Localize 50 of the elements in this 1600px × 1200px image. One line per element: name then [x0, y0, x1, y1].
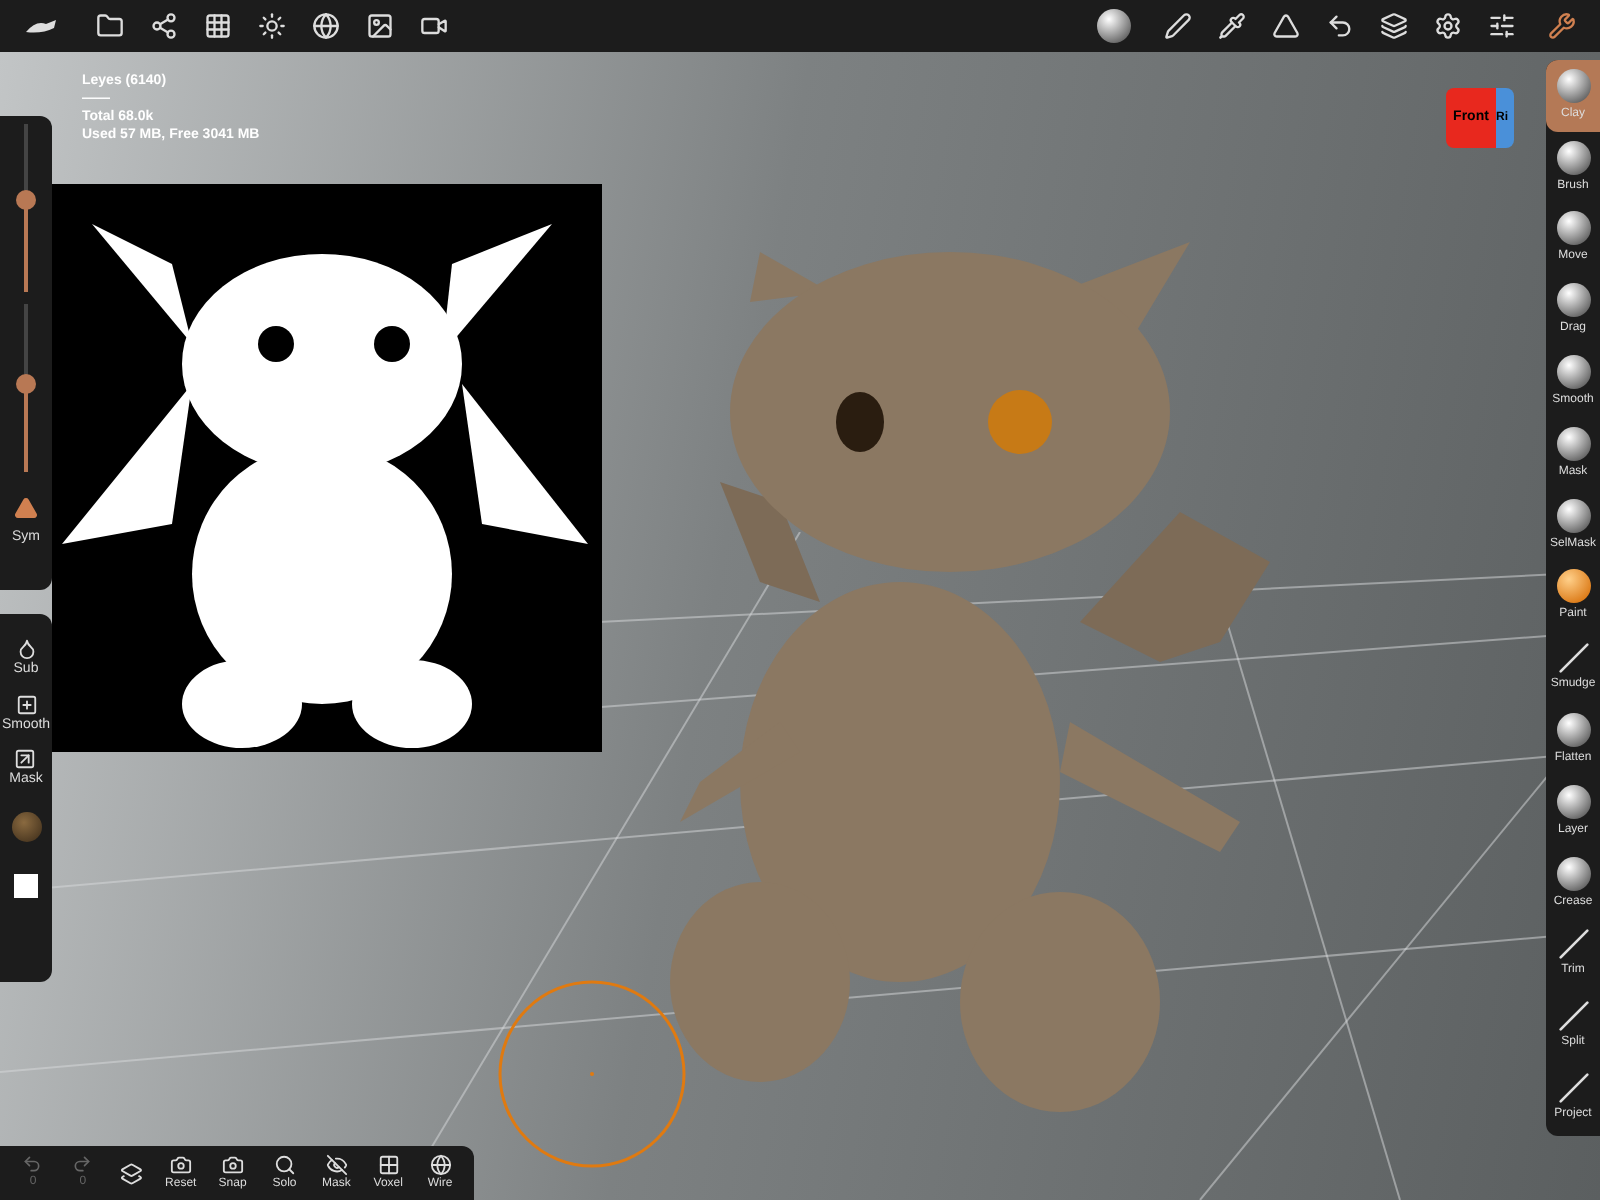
sphere-icon	[1555, 282, 1591, 319]
slider-thumb[interactable]	[16, 374, 36, 395]
color-swatch[interactable]	[14, 873, 38, 897]
sliders-icon[interactable]	[1488, 12, 1516, 40]
tools-icon[interactable]	[1548, 12, 1576, 40]
sphere-icon	[1555, 354, 1591, 391]
video-camera-icon[interactable]	[420, 12, 448, 40]
material-sphere-icon	[1096, 8, 1132, 44]
smooth-icon	[15, 693, 37, 715]
search-icon	[273, 1153, 296, 1175]
sphere-icon	[1555, 67, 1591, 104]
mask-icon	[14, 748, 37, 770]
brush-cursor-icon	[496, 978, 688, 1170]
sphere-icon	[1555, 210, 1591, 247]
dropper-icon[interactable]	[1218, 12, 1246, 40]
layers-icon[interactable]	[119, 1161, 143, 1185]
sphere-icon	[1555, 855, 1591, 892]
sub-icon	[15, 638, 37, 660]
layers-icon[interactable]	[1380, 12, 1408, 40]
stroke-icon	[1557, 1072, 1589, 1105]
stroke-icon	[1557, 642, 1589, 675]
folder-icon[interactable]	[96, 12, 124, 40]
image-icon[interactable]	[366, 12, 394, 40]
symmetry-icon[interactable]	[14, 496, 38, 520]
eye-off-icon	[325, 1153, 348, 1175]
stroke-icon	[1557, 1000, 1589, 1033]
grid-icon	[377, 1153, 400, 1175]
sphere-icon	[1555, 425, 1591, 462]
triangle-icon[interactable]	[1272, 12, 1300, 40]
sphere-icon	[1555, 568, 1591, 605]
slider-thumb[interactable]	[16, 189, 36, 210]
sphere-icon	[1555, 712, 1591, 749]
camera-icon	[169, 1153, 192, 1175]
sphere-icon	[1555, 783, 1591, 820]
globe-icon[interactable]	[312, 12, 340, 40]
camera-icon	[221, 1153, 244, 1175]
globe-icon	[429, 1153, 452, 1175]
redo-icon	[72, 1154, 93, 1174]
pen-icon[interactable]	[1164, 12, 1192, 40]
material-swatch[interactable]	[11, 811, 41, 841]
arrow-icon[interactable]	[1326, 12, 1354, 40]
sun-icon[interactable]	[258, 12, 286, 40]
stroke-icon	[1557, 928, 1589, 961]
undo-icon	[22, 1154, 43, 1174]
sphere-icon	[1555, 497, 1591, 534]
logo-icon[interactable]	[24, 16, 60, 36]
nodes-icon[interactable]	[150, 12, 178, 40]
sphere-icon	[1555, 139, 1591, 176]
grid-icon[interactable]	[204, 12, 232, 40]
settings-icon[interactable]	[1434, 12, 1462, 40]
